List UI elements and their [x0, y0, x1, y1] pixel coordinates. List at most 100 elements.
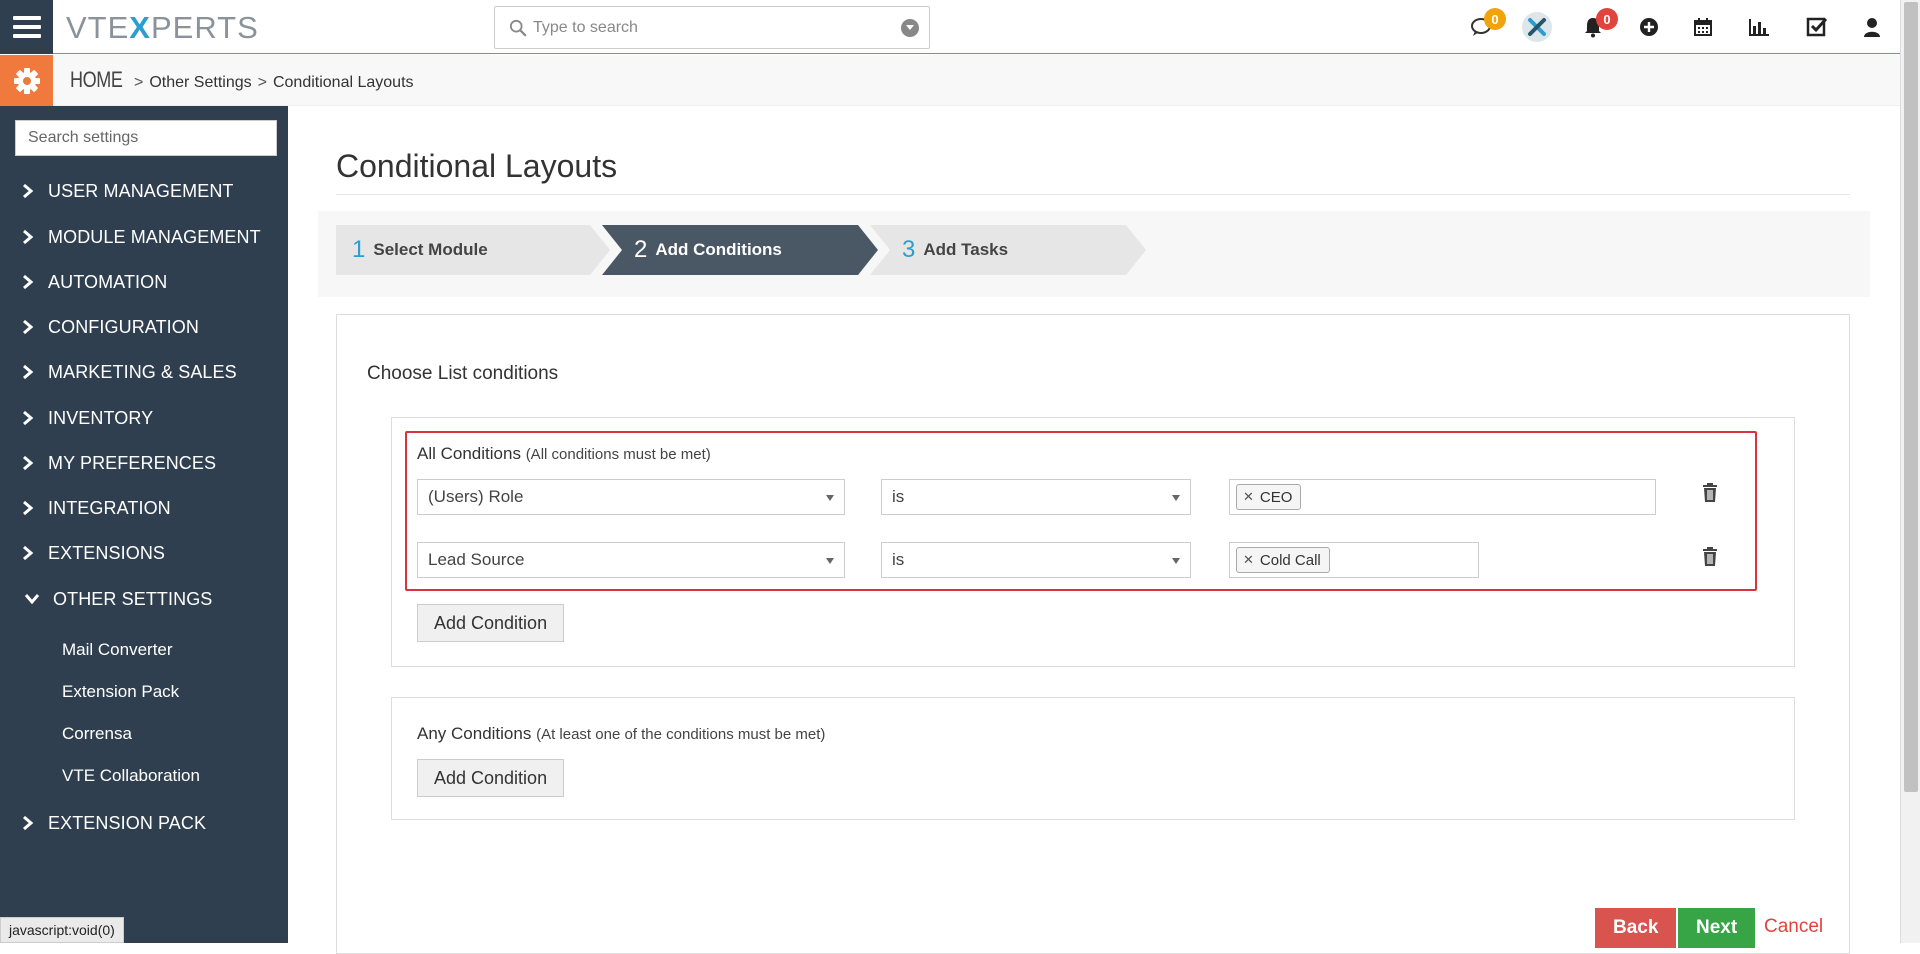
sidebar-item-extensions[interactable]: EXTENSIONS: [0, 533, 288, 573]
sidebar-item-label: OTHER SETTINGS: [53, 588, 213, 609]
checkbox-icon: [1806, 17, 1828, 37]
sidebar-item-label: MARKETING & SALES: [48, 361, 237, 382]
sidebar-subitem-extension-pack[interactable]: Extension Pack: [62, 682, 179, 702]
plus-circle-icon: [1640, 18, 1658, 36]
wizard-step-label: Add Conditions: [655, 240, 782, 259]
bar-chart-icon: [1749, 19, 1769, 36]
sidebar-item-extension-pack[interactable]: EXTENSION PACK: [0, 803, 288, 843]
settings-search-input[interactable]: [15, 120, 277, 156]
sidebar-item-user-management[interactable]: USER MANAGEMENT: [0, 171, 288, 211]
reports-button[interactable]: [1746, 14, 1772, 40]
hamburger-menu-icon[interactable]: [0, 0, 53, 54]
add-all-condition-button[interactable]: Add Condition: [417, 604, 565, 642]
condition-value-input[interactable]: ✕ CEO: [1229, 479, 1656, 515]
sidebar-item-label: AUTOMATION: [48, 271, 168, 292]
sidebar-item-marketing-sales[interactable]: MARKETING & SALES: [0, 352, 288, 392]
chat-button[interactable]: 0: [1468, 8, 1506, 40]
sidebar-item-label: INVENTORY: [48, 407, 154, 428]
logo-text-right: PERTS: [150, 10, 259, 45]
value-tag-label: Cold Call: [1259, 551, 1321, 569]
chat-badge: 0: [1484, 8, 1506, 30]
wizard-step-add-conditions: 2 Add Conditions: [634, 225, 782, 275]
condition-operator-select[interactable]: is: [881, 542, 1191, 578]
all-conditions-box: All Conditions (All conditions must be m…: [391, 417, 1795, 667]
sidebar-item-label: MY PREFERENCES: [48, 452, 217, 473]
sidebar-item-integration[interactable]: INTEGRATION: [0, 488, 288, 528]
chevron-down-icon: [24, 594, 39, 605]
user-icon: [1864, 18, 1880, 37]
value-tag: ✕ CEO: [1236, 484, 1302, 510]
calendar-button[interactable]: [1690, 14, 1716, 40]
chevron-right-icon: [23, 815, 34, 831]
logo-text-x: X: [129, 10, 151, 45]
chevron-right-icon: [23, 319, 34, 335]
breadcrumb-other-settings[interactable]: Other Settings: [149, 74, 251, 92]
condition-field-value: Lead Source: [428, 550, 525, 569]
quick-create-button[interactable]: [1636, 14, 1662, 40]
back-button[interactable]: Back: [1595, 908, 1677, 948]
app-logo[interactable]: VTEXPERTS: [66, 10, 259, 46]
global-search-input[interactable]: [533, 15, 873, 41]
value-tag-label: CEO: [1259, 488, 1293, 506]
tasks-button[interactable]: [1804, 14, 1830, 40]
sidebar-item-label: USER MANAGEMENT: [48, 180, 234, 201]
breadcrumb-conditional-layouts: Conditional Layouts: [272, 74, 414, 91]
dropdown-arrow-icon: [826, 495, 834, 501]
next-button[interactable]: Next: [1678, 908, 1756, 948]
chevron-right-icon: [23, 183, 34, 199]
logo-text-left: VTE: [66, 10, 130, 45]
condition-field-select[interactable]: Lead Source: [417, 542, 845, 578]
any-conditions-title: Any Conditions (At least one of the cond…: [417, 724, 825, 744]
sidebar-subitem-mail-converter[interactable]: Mail Converter: [62, 640, 173, 660]
settings-sidebar: USER MANAGEMENT MODULE MANAGEMENT AUTOMA…: [0, 106, 288, 943]
remove-tag-icon[interactable]: ✕: [1243, 489, 1254, 505]
scrollbar-thumb[interactable]: [1904, 2, 1918, 792]
breadcrumb-home[interactable]: HOME: [70, 67, 123, 93]
dropdown-arrow-icon: [826, 558, 834, 564]
search-options-dropdown-icon[interactable]: [901, 19, 919, 37]
condition-field-value: (Users) Role: [428, 487, 524, 506]
notifications-button[interactable]: 0: [1580, 8, 1618, 40]
condition-operator-select[interactable]: is: [881, 479, 1191, 515]
condition-field-select[interactable]: (Users) Role: [417, 479, 845, 515]
sidebar-item-module-management[interactable]: MODULE MANAGEMENT: [0, 217, 288, 257]
dropdown-arrow-icon: [1172, 495, 1180, 501]
sidebar-item-label: EXTENSIONS: [48, 542, 166, 563]
sidebar-item-label: CONFIGURATION: [48, 316, 199, 337]
chevron-right-icon: [23, 455, 34, 471]
user-menu-button[interactable]: [1859, 14, 1885, 40]
sidebar-item-automation[interactable]: AUTOMATION: [0, 262, 288, 302]
page-scrollbar[interactable]: [1900, 0, 1920, 943]
browser-status-tooltip: javascript:void(0): [0, 917, 124, 943]
search-icon: [509, 19, 527, 37]
sidebar-item-label: EXTENSION PACK: [48, 812, 207, 833]
sidebar-subitem-vte-collaboration[interactable]: VTE Collaboration: [62, 766, 200, 786]
trash-icon[interactable]: [1700, 546, 1720, 568]
title-divider: [336, 194, 1850, 195]
sidebar-subitem-corrensa[interactable]: Corrensa: [62, 724, 132, 744]
main-content: Conditional Layouts 1 Select Module 2 Ad…: [288, 106, 1900, 954]
condition-operator-value: is: [892, 550, 905, 569]
sidebar-item-other-settings[interactable]: OTHER SETTINGS: [0, 579, 288, 619]
wizard-step-add-tasks: 3 Add Tasks: [902, 225, 1008, 275]
any-conditions-box: Any Conditions (At least one of the cond…: [391, 697, 1795, 820]
chevron-right-icon: [23, 274, 34, 290]
sidebar-item-my-preferences[interactable]: MY PREFERENCES: [0, 443, 288, 483]
condition-value-input[interactable]: ✕ Cold Call: [1229, 542, 1479, 578]
vtexperts-app-button[interactable]: [1522, 12, 1552, 42]
sidebar-item-inventory[interactable]: INVENTORY: [0, 398, 288, 438]
wizard-step-number: 3: [902, 236, 916, 263]
calendar-icon: [1694, 18, 1712, 36]
remove-tag-icon[interactable]: ✕: [1243, 552, 1254, 568]
chevron-right-icon: [23, 410, 34, 426]
gear-icon: [13, 67, 40, 94]
trash-icon[interactable]: [1700, 482, 1720, 504]
wizard-step-number: 1: [352, 236, 366, 263]
sidebar-item-configuration[interactable]: CONFIGURATION: [0, 307, 288, 347]
value-tag: ✕ Cold Call: [1236, 547, 1330, 573]
panel-heading: Choose List conditions: [367, 363, 559, 384]
cancel-link[interactable]: Cancel: [1764, 916, 1823, 938]
condition-operator-value: is: [892, 487, 905, 506]
add-any-condition-button[interactable]: Add Condition: [417, 759, 565, 797]
settings-gear-button[interactable]: [0, 55, 53, 106]
